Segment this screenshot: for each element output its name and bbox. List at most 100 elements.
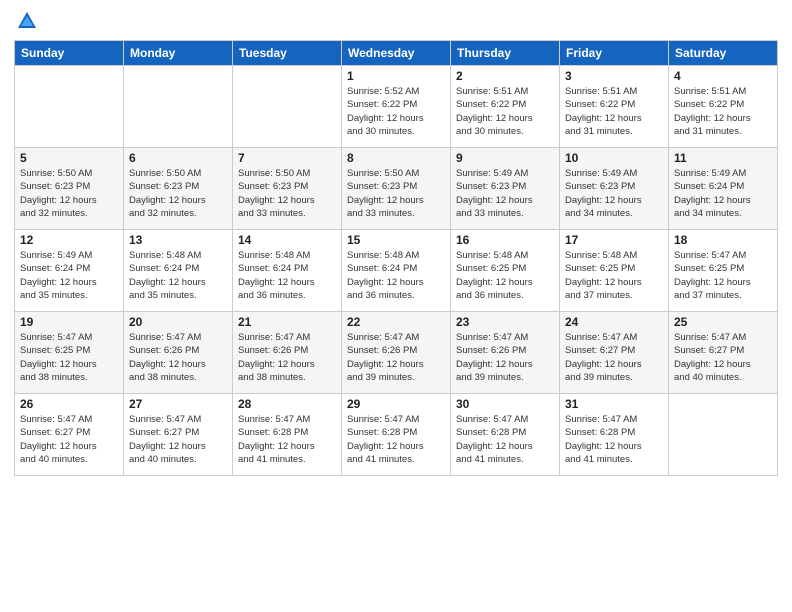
day-info: Sunrise: 5:47 AM Sunset: 6:26 PM Dayligh… xyxy=(456,331,554,384)
calendar-cell: 7Sunrise: 5:50 AM Sunset: 6:23 PM Daylig… xyxy=(233,148,342,230)
header xyxy=(14,10,778,32)
week-row-2: 5 Sunrise: 5:50 AM Sunset: 6:23 PM Daylig… xyxy=(15,148,778,230)
day-info: Sunrise: 5:49 AM Sunset: 6:23 PM Dayligh… xyxy=(565,167,663,220)
calendar-cell: 23 Sunrise: 5:47 AM Sunset: 6:26 PM Dayli… xyxy=(451,312,560,394)
day-info: Sunrise: 5:48 AM Sunset: 6:25 PM Dayligh… xyxy=(456,249,554,302)
day-number: 13 xyxy=(129,233,227,247)
calendar-cell: 29 Sunrise: 5:47 AM Sunset: 6:28 PM Dayli… xyxy=(342,394,451,476)
day-number: 29 xyxy=(347,397,445,411)
day-number: 10 xyxy=(565,151,663,165)
calendar-cell: 27 Sunrise: 5:47 AM Sunset: 6:27 PM Dayli… xyxy=(124,394,233,476)
day-number: 25 xyxy=(674,315,772,329)
calendar-cell: 14 Sunrise: 5:48 AM Sunset: 6:24 PM Dayli… xyxy=(233,230,342,312)
day-number: 1 xyxy=(347,69,445,83)
day-info: Sunrise: 5:47 AM Sunset: 6:27 PM Dayligh… xyxy=(129,413,227,466)
calendar-cell xyxy=(669,394,778,476)
calendar-cell: 20 Sunrise: 5:47 AM Sunset: 6:26 PM Dayli… xyxy=(124,312,233,394)
calendar-cell: 19Sunrise: 5:47 AM Sunset: 6:25 PM Dayli… xyxy=(15,312,124,394)
calendar-cell: 6 Sunrise: 5:50 AM Sunset: 6:23 PM Daylig… xyxy=(124,148,233,230)
day-number: 19 xyxy=(20,315,118,329)
day-info: Sunrise: 5:51 AM Sunset: 6:22 PM Dayligh… xyxy=(565,85,663,138)
day-info: Sunrise: 5:51 AM Sunset: 6:22 PM Dayligh… xyxy=(456,85,554,138)
day-number: 11 xyxy=(674,151,772,165)
calendar-cell: 18 Sunrise: 5:47 AM Sunset: 6:25 PM Dayli… xyxy=(669,230,778,312)
day-info: Sunrise: 5:50 AM Sunset: 6:23 PM Dayligh… xyxy=(347,167,445,220)
calendar-cell: 16Sunrise: 5:48 AM Sunset: 6:25 PM Dayli… xyxy=(451,230,560,312)
day-info: Sunrise: 5:51 AM Sunset: 6:22 PM Dayligh… xyxy=(674,85,772,138)
week-row-4: 19Sunrise: 5:47 AM Sunset: 6:25 PM Dayli… xyxy=(15,312,778,394)
day-number: 22 xyxy=(347,315,445,329)
day-info: Sunrise: 5:50 AM Sunset: 6:23 PM Dayligh… xyxy=(20,167,118,220)
day-number: 28 xyxy=(238,397,336,411)
calendar-cell: 24 Sunrise: 5:47 AM Sunset: 6:27 PM Dayli… xyxy=(560,312,669,394)
day-number: 4 xyxy=(674,69,772,83)
calendar-cell: 17Sunrise: 5:48 AM Sunset: 6:25 PM Dayli… xyxy=(560,230,669,312)
day-number: 12 xyxy=(20,233,118,247)
weekday-header-monday: Monday xyxy=(124,41,233,66)
calendar-cell xyxy=(15,66,124,148)
calendar-cell: 8 Sunrise: 5:50 AM Sunset: 6:23 PM Daylig… xyxy=(342,148,451,230)
day-number: 21 xyxy=(238,315,336,329)
day-info: Sunrise: 5:47 AM Sunset: 6:28 PM Dayligh… xyxy=(456,413,554,466)
day-info: Sunrise: 5:47 AM Sunset: 6:28 PM Dayligh… xyxy=(347,413,445,466)
weekday-header-friday: Friday xyxy=(560,41,669,66)
day-info: Sunrise: 5:50 AM Sunset: 6:23 PM Dayligh… xyxy=(238,167,336,220)
logo xyxy=(14,10,40,32)
day-number: 27 xyxy=(129,397,227,411)
day-info: Sunrise: 5:50 AM Sunset: 6:23 PM Dayligh… xyxy=(129,167,227,220)
day-info: Sunrise: 5:47 AM Sunset: 6:26 PM Dayligh… xyxy=(347,331,445,384)
day-number: 31 xyxy=(565,397,663,411)
day-number: 30 xyxy=(456,397,554,411)
week-row-5: 26 Sunrise: 5:47 AM Sunset: 6:27 PM Dayli… xyxy=(15,394,778,476)
day-number: 5 xyxy=(20,151,118,165)
day-number: 3 xyxy=(565,69,663,83)
day-number: 26 xyxy=(20,397,118,411)
day-number: 24 xyxy=(565,315,663,329)
calendar-cell: 3 Sunrise: 5:51 AM Sunset: 6:22 PM Daylig… xyxy=(560,66,669,148)
calendar-cell: 22 Sunrise: 5:47 AM Sunset: 6:26 PM Dayli… xyxy=(342,312,451,394)
day-info: Sunrise: 5:47 AM Sunset: 6:27 PM Dayligh… xyxy=(20,413,118,466)
day-info: Sunrise: 5:49 AM Sunset: 6:23 PM Dayligh… xyxy=(456,167,554,220)
day-info: Sunrise: 5:48 AM Sunset: 6:24 PM Dayligh… xyxy=(129,249,227,302)
day-info: Sunrise: 5:49 AM Sunset: 6:24 PM Dayligh… xyxy=(674,167,772,220)
day-number: 8 xyxy=(347,151,445,165)
day-info: Sunrise: 5:47 AM Sunset: 6:28 PM Dayligh… xyxy=(238,413,336,466)
calendar-cell: 21 Sunrise: 5:47 AM Sunset: 6:26 PM Dayli… xyxy=(233,312,342,394)
day-number: 2 xyxy=(456,69,554,83)
day-info: Sunrise: 5:47 AM Sunset: 6:26 PM Dayligh… xyxy=(238,331,336,384)
calendar-cell: 1 Sunrise: 5:52 AM Sunset: 6:22 PM Daylig… xyxy=(342,66,451,148)
day-number: 17 xyxy=(565,233,663,247)
calendar-cell: 11 Sunrise: 5:49 AM Sunset: 6:24 PM Dayli… xyxy=(669,148,778,230)
day-info: Sunrise: 5:47 AM Sunset: 6:27 PM Dayligh… xyxy=(565,331,663,384)
weekday-header-row: SundayMondayTuesdayWednesdayThursdayFrid… xyxy=(15,41,778,66)
day-info: Sunrise: 5:47 AM Sunset: 6:28 PM Dayligh… xyxy=(565,413,663,466)
day-number: 14 xyxy=(238,233,336,247)
day-info: Sunrise: 5:47 AM Sunset: 6:26 PM Dayligh… xyxy=(129,331,227,384)
weekday-header-tuesday: Tuesday xyxy=(233,41,342,66)
calendar-cell xyxy=(233,66,342,148)
day-info: Sunrise: 5:48 AM Sunset: 6:24 PM Dayligh… xyxy=(347,249,445,302)
calendar-cell: 4 Sunrise: 5:51 AM Sunset: 6:22 PM Daylig… xyxy=(669,66,778,148)
day-number: 23 xyxy=(456,315,554,329)
calendar-cell xyxy=(124,66,233,148)
day-info: Sunrise: 5:48 AM Sunset: 6:24 PM Dayligh… xyxy=(238,249,336,302)
weekday-header-saturday: Saturday xyxy=(669,41,778,66)
day-number: 18 xyxy=(674,233,772,247)
week-row-3: 12 Sunrise: 5:49 AM Sunset: 6:24 PM Dayli… xyxy=(15,230,778,312)
weekday-header-wednesday: Wednesday xyxy=(342,41,451,66)
calendar: SundayMondayTuesdayWednesdayThursdayFrid… xyxy=(14,40,778,476)
day-number: 9 xyxy=(456,151,554,165)
day-info: Sunrise: 5:49 AM Sunset: 6:24 PM Dayligh… xyxy=(20,249,118,302)
calendar-cell: 2 Sunrise: 5:51 AM Sunset: 6:22 PM Daylig… xyxy=(451,66,560,148)
day-info: Sunrise: 5:47 AM Sunset: 6:27 PM Dayligh… xyxy=(674,331,772,384)
calendar-cell: 31 Sunrise: 5:47 AM Sunset: 6:28 PM Dayli… xyxy=(560,394,669,476)
day-number: 6 xyxy=(129,151,227,165)
calendar-cell: 26 Sunrise: 5:47 AM Sunset: 6:27 PM Dayli… xyxy=(15,394,124,476)
calendar-cell: 5 Sunrise: 5:50 AM Sunset: 6:23 PM Daylig… xyxy=(15,148,124,230)
weekday-header-sunday: Sunday xyxy=(15,41,124,66)
day-number: 20 xyxy=(129,315,227,329)
calendar-cell: 25 Sunrise: 5:47 AM Sunset: 6:27 PM Dayli… xyxy=(669,312,778,394)
calendar-cell: 12 Sunrise: 5:49 AM Sunset: 6:24 PM Dayli… xyxy=(15,230,124,312)
day-info: Sunrise: 5:47 AM Sunset: 6:25 PM Dayligh… xyxy=(674,249,772,302)
day-info: Sunrise: 5:52 AM Sunset: 6:22 PM Dayligh… xyxy=(347,85,445,138)
